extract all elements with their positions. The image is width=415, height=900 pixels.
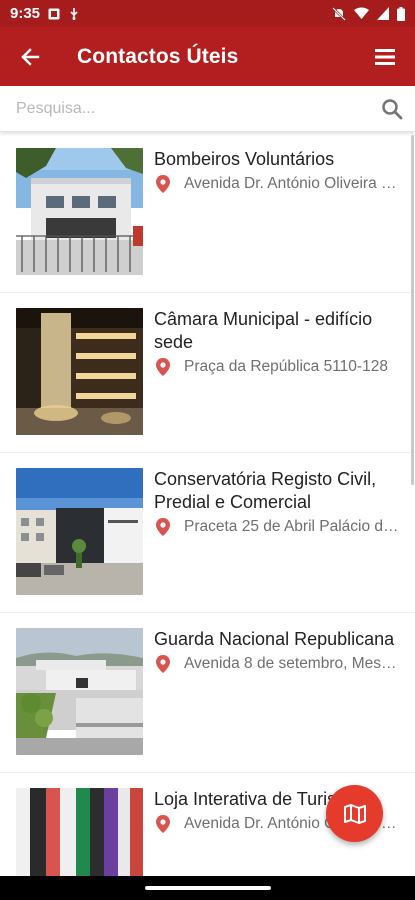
search-button[interactable] — [369, 86, 415, 132]
usb-icon — [70, 7, 78, 20]
navigation-bar — [0, 876, 415, 900]
status-bar: 9:35 — [0, 0, 415, 27]
contact-photo — [16, 628, 143, 755]
list-item[interactable]: Guarda Nacional Republicana Avenida 8 de… — [0, 613, 415, 773]
location-pin-icon — [156, 358, 170, 376]
signal-icon — [377, 7, 389, 20]
search-input[interactable] — [16, 99, 356, 118]
status-time: 9:35 — [10, 5, 41, 22]
list-item[interactable]: Conservatória Registo Civil, Predial e C… — [0, 453, 415, 613]
contact-photo — [16, 468, 143, 595]
page-title: Contactos Úteis — [77, 44, 239, 68]
scrollbar[interactable] — [411, 135, 414, 485]
contacts-list[interactable]: Bombeiros Voluntários Avenida Dr. Antóni… — [0, 133, 415, 876]
contact-title: Guarda Nacional Republicana — [154, 629, 395, 649]
contact-photo — [16, 148, 143, 275]
list-item[interactable]: Câmara Municipal - edifício sede Praça d… — [0, 293, 415, 453]
contact-photo — [16, 788, 143, 876]
image-icon — [48, 8, 60, 19]
search-bar — [0, 86, 415, 132]
search-icon — [382, 98, 403, 119]
location-pin-icon — [156, 518, 170, 536]
contact-address: Praceta 25 de Abril Palácio da Justiça — [184, 518, 404, 535]
location-pin-icon — [156, 655, 170, 673]
contact-address: Praça da República 5110-128 — [184, 358, 388, 375]
contact-address: Avenida Dr. António Oliveira Salazar — [184, 175, 404, 192]
contact-photo — [16, 308, 143, 435]
location-pin-icon — [156, 815, 170, 833]
location-pin-icon — [156, 175, 170, 193]
battery-icon — [397, 6, 405, 21]
contact-address: Avenida 8 de setembro, Mesão Frio — [184, 655, 404, 672]
list-item[interactable]: Bombeiros Voluntários Avenida Dr. Antóni… — [0, 133, 415, 293]
wifi-icon — [354, 7, 369, 19]
menu-button[interactable] — [355, 27, 415, 86]
contact-title: Conservatória Registo Civil, Predial e C… — [154, 469, 377, 512]
home-gesture-bar[interactable] — [144, 886, 271, 890]
map-button[interactable] — [326, 785, 383, 842]
map-icon — [343, 803, 366, 824]
hamburger-menu-icon — [375, 48, 395, 65]
back-button[interactable] — [0, 27, 60, 86]
mute-icon — [332, 6, 346, 21]
contact-title: Câmara Municipal - edifício sede — [154, 309, 373, 352]
contact-title: Bombeiros Voluntários — [154, 149, 335, 169]
back-arrow-icon — [21, 47, 40, 66]
app-bar: Contactos Úteis — [0, 27, 415, 86]
